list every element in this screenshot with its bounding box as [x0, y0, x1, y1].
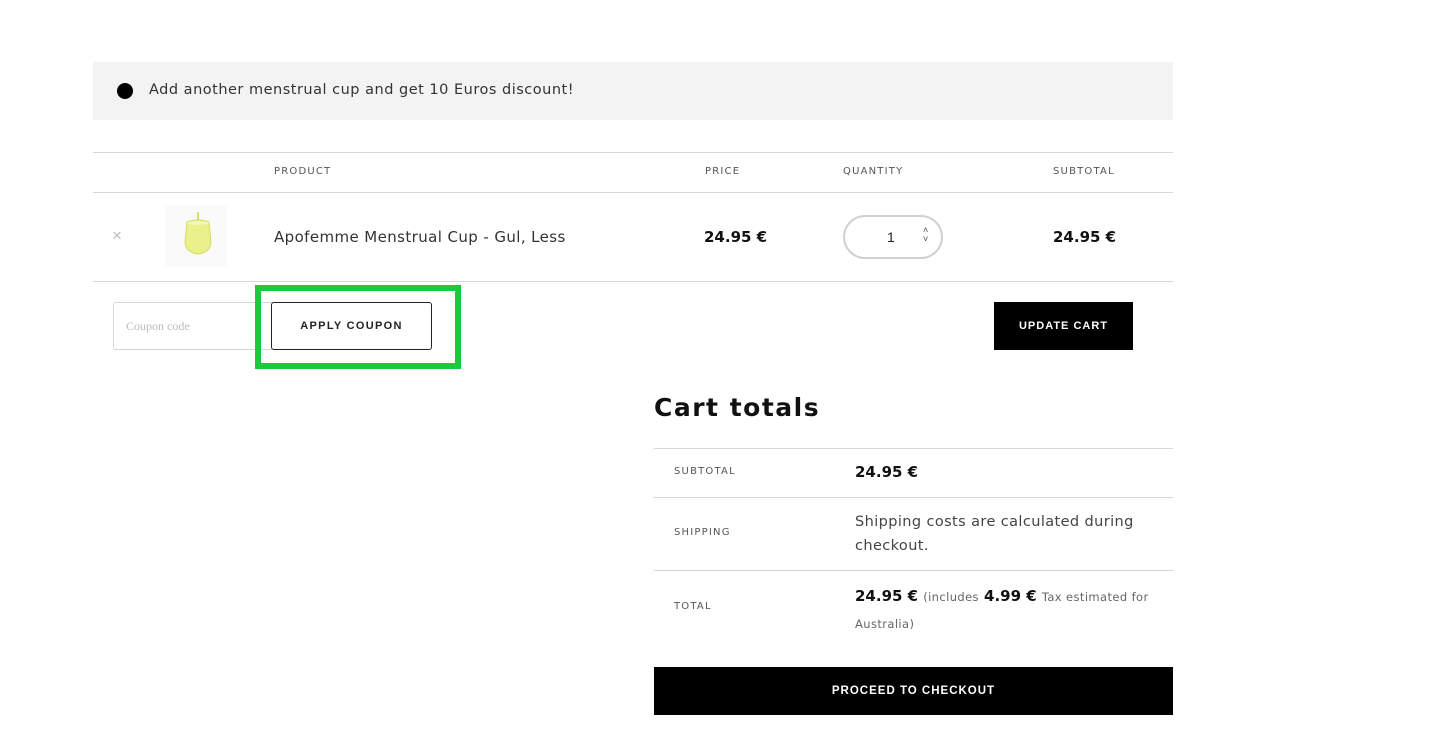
- header-quantity: QUANTITY: [843, 166, 904, 177]
- cart-totals-title: Cart totals: [654, 393, 821, 422]
- totals-includes-prefix: (includes: [923, 590, 979, 604]
- table-header-divider: [93, 192, 1173, 193]
- quantity-stepper[interactable]: 1 ˄ ˅: [843, 215, 943, 259]
- totals-tax-value: 4.99 €: [984, 587, 1037, 605]
- totals-total-block: 24.95 € (includes 4.99 € Tax estimated f…: [855, 583, 1155, 637]
- product-price: 24.95 €: [704, 228, 768, 246]
- header-subtotal: SUBTOTAL: [1053, 166, 1115, 177]
- totals-shipping-value: Shipping costs are calculated during che…: [855, 514, 1134, 554]
- totals-subtotal-value: 24.95 €: [855, 463, 919, 481]
- remove-item-icon[interactable]: ×: [112, 226, 122, 246]
- table-row-divider: [93, 281, 1173, 282]
- product-name-link[interactable]: Apofemme Menstrual Cup - Gul, Less: [274, 228, 566, 246]
- header-price: PRICE: [705, 166, 741, 177]
- proceed-to-checkout-button[interactable]: PROCEED TO CHECKOUT: [654, 667, 1173, 715]
- discount-notice: Add another menstrual cup and get 10 Eur…: [93, 62, 1173, 120]
- totals-divider-shipping: [654, 497, 1173, 498]
- totals-total-label: TOTAL: [674, 601, 712, 612]
- cart-page: Add another menstrual cup and get 10 Eur…: [0, 0, 1440, 747]
- notice-text: Add another menstrual cup and get 10 Eur…: [149, 82, 575, 98]
- coupon-code-input[interactable]: [113, 302, 274, 350]
- totals-total-value: 24.95 €: [855, 587, 919, 605]
- product-thumbnail[interactable]: [165, 206, 227, 266]
- totals-divider-top: [654, 448, 1173, 449]
- totals-divider-total: [654, 570, 1173, 571]
- totals-shipping-label: SHIPPING: [674, 527, 731, 538]
- update-cart-button[interactable]: UPDATE CART: [994, 302, 1133, 350]
- apply-coupon-button[interactable]: APPLY COUPON: [271, 302, 432, 350]
- quantity-spinner-icon[interactable]: ˄ ˅: [923, 226, 928, 244]
- menstrual-cup-icon: [184, 212, 212, 255]
- row-subtotal: 24.95 €: [1053, 228, 1117, 246]
- table-top-divider: [93, 152, 1173, 153]
- quantity-value[interactable]: 1: [887, 229, 895, 245]
- bullet-icon: [117, 83, 133, 99]
- totals-subtotal-label: SUBTOTAL: [674, 466, 736, 477]
- header-product: PRODUCT: [274, 166, 332, 177]
